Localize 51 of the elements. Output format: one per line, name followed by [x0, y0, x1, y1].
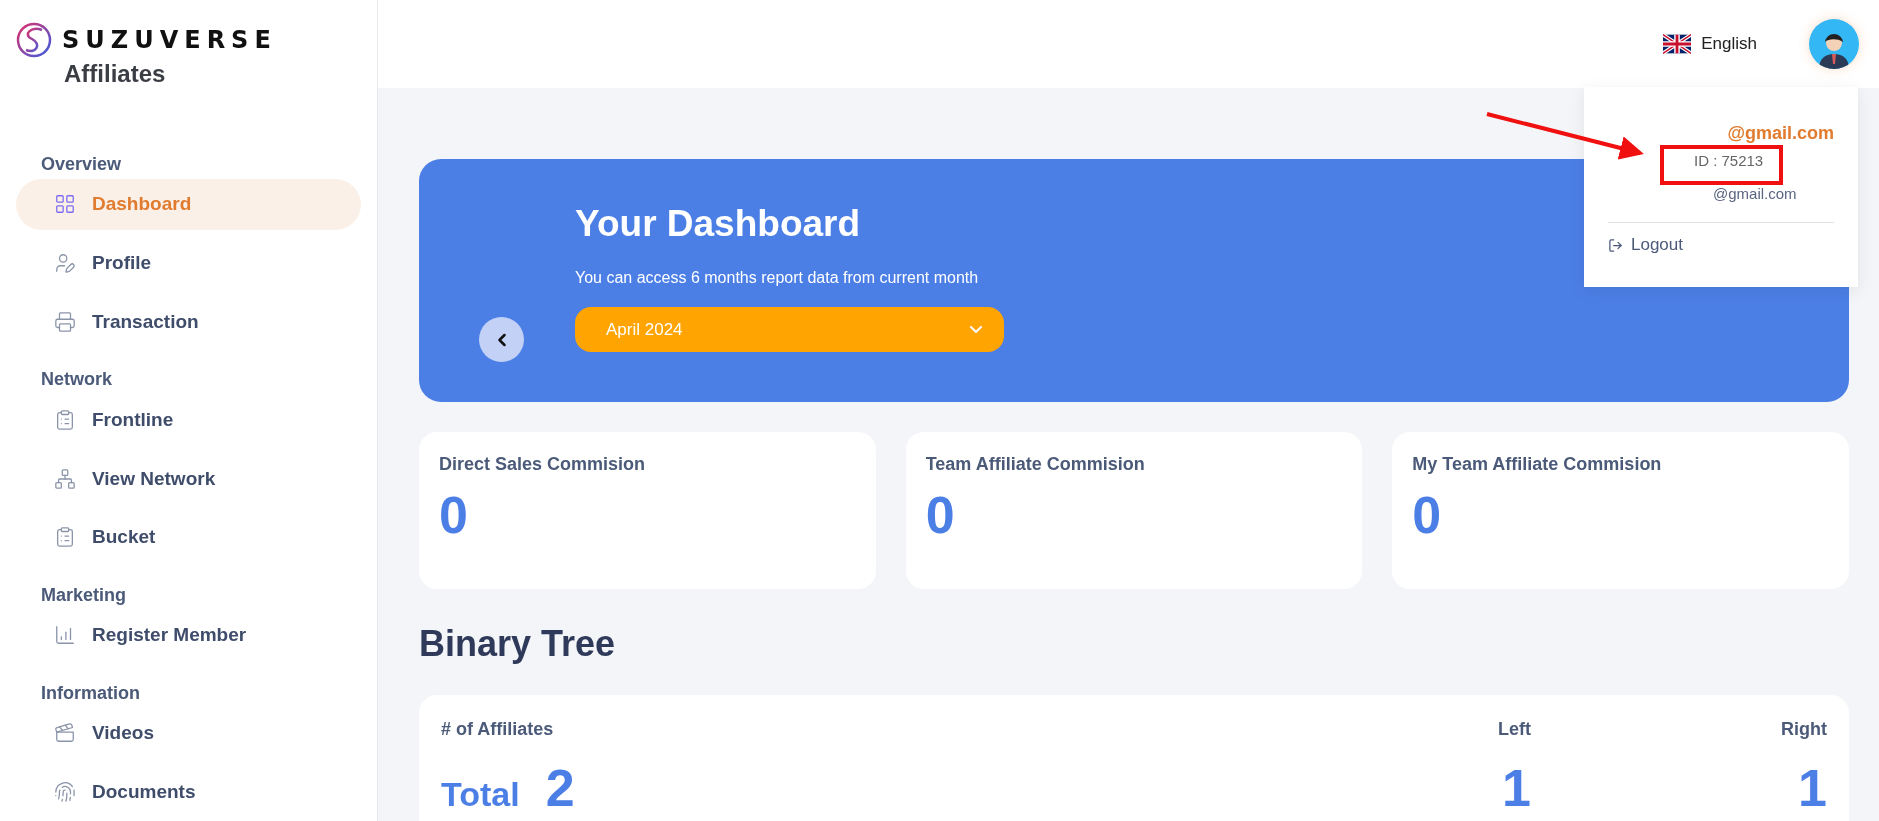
- logo-icon: [16, 22, 52, 58]
- total-label: Total: [441, 775, 520, 814]
- profile-icon: [54, 252, 76, 275]
- printer-icon: [54, 310, 76, 333]
- stat-label: My Team Affiliate Commision: [1412, 454, 1663, 475]
- chevron-down-icon: [970, 326, 982, 333]
- user-email: @gmail.com: [1713, 185, 1797, 202]
- column-label: Left: [1498, 719, 1531, 740]
- section-title: Marketing: [40, 583, 128, 606]
- section-heading: Binary Tree: [419, 623, 617, 665]
- column-label: Right: [1781, 719, 1827, 740]
- banner-title: Your Dashboard: [575, 203, 862, 245]
- logout-icon: [1608, 237, 1623, 253]
- video-icon: [54, 721, 76, 744]
- brand-subtitle: Affiliates: [63, 60, 167, 88]
- section-title: Network: [40, 368, 113, 391]
- stat-label: Direct Sales Commision: [439, 454, 647, 475]
- banner-subtitle: You can access 6 months report data from current month: [575, 269, 980, 287]
- brand-name: SUZUVERSE: [62, 26, 277, 54]
- sidebar-item[interactable]: Profile: [16, 237, 361, 289]
- sidebar-item[interactable]: Transaction: [16, 296, 361, 348]
- user-email-title: @gmail.com: [1727, 123, 1834, 144]
- count-value: 1: [1798, 758, 1827, 818]
- fingerprint-icon: [54, 780, 76, 803]
- count-value: 1: [1502, 758, 1531, 818]
- grid-icon: [54, 193, 76, 216]
- avatar-button[interactable]: [1809, 19, 1859, 69]
- column-label: # of Affiliates: [441, 719, 554, 740]
- network-icon: [54, 467, 76, 490]
- uk-flag-icon: [1663, 34, 1692, 54]
- chart-icon: [54, 624, 76, 647]
- user-silhouette-icon: [1817, 31, 1851, 69]
- back-button[interactable]: [479, 317, 524, 362]
- sidebar-item[interactable]: Frontline: [16, 394, 361, 446]
- sidebar-item[interactable]: Register Member: [16, 609, 361, 661]
- language-selector[interactable]: English: [1657, 33, 1763, 55]
- logout-button[interactable]: Logout: [1608, 235, 1683, 255]
- sidebar-item[interactable]: View Network: [16, 453, 361, 504]
- stat-value: 0: [925, 485, 956, 545]
- user-id: ID : 75213: [1694, 152, 1764, 169]
- sidebar-item[interactable]: Videos: [16, 707, 361, 759]
- sidebar-item[interactable]: Documents: [16, 766, 361, 818]
- list-icon: [54, 408, 76, 431]
- stat-value: 0: [439, 485, 469, 545]
- sidebar-item[interactable]: Bucket: [16, 511, 361, 563]
- stat-label: Team Affiliate Commision: [925, 454, 1146, 475]
- stat-value: 0: [1412, 485, 1443, 545]
- section-title: Information: [40, 681, 141, 704]
- list-icon: [54, 526, 76, 549]
- section-title: Overview: [40, 153, 123, 176]
- total-value: 2: [545, 758, 575, 818]
